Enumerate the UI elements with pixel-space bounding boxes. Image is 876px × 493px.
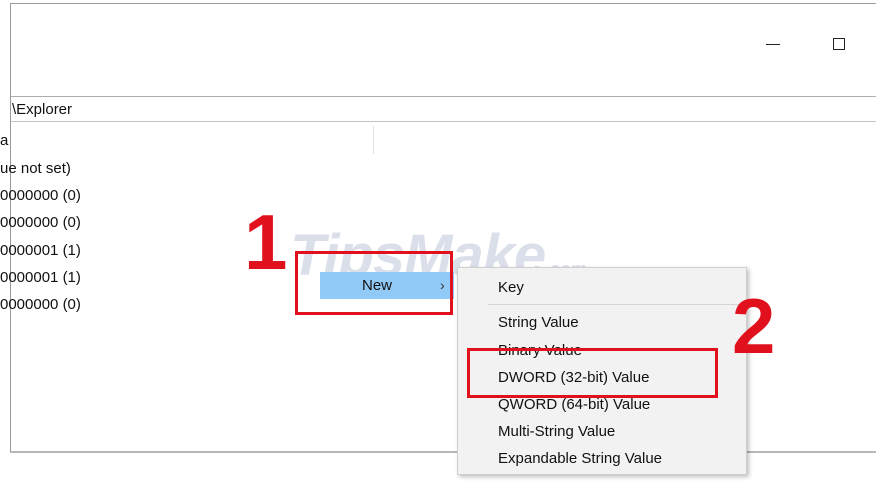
value-data[interactable]: ue not set) [0,160,71,177]
minimize-icon[interactable] [763,34,783,54]
step-number-2: 2 [732,282,776,370]
value-data[interactable]: 0000001 (1) [0,242,81,259]
value-data[interactable]: 0000000 (0) [0,214,81,231]
column-divider[interactable] [373,126,374,154]
menu-separator [488,304,744,305]
value-data[interactable]: a [0,132,8,149]
submenu-item-string-value[interactable]: String Value [498,314,579,331]
submenu-item-expandable-string-value[interactable]: Expandable String Value [498,450,662,467]
highlight-box-dword [467,348,718,398]
submenu-item-qword-value[interactable]: QWORD (64-bit) Value [498,396,650,413]
value-data[interactable]: 0000000 (0) [0,187,81,204]
value-data[interactable]: 0000000 (0) [0,296,81,313]
submenu-item-key[interactable]: Key [498,279,524,296]
maximize-icon[interactable] [829,34,849,54]
highlight-box-new [295,251,453,315]
value-data[interactable]: 0000001 (1) [0,269,81,286]
step-number-1: 1 [244,198,288,286]
address-bar[interactable]: \Explorer [11,96,876,122]
submenu-item-multi-string-value[interactable]: Multi-String Value [498,423,615,440]
